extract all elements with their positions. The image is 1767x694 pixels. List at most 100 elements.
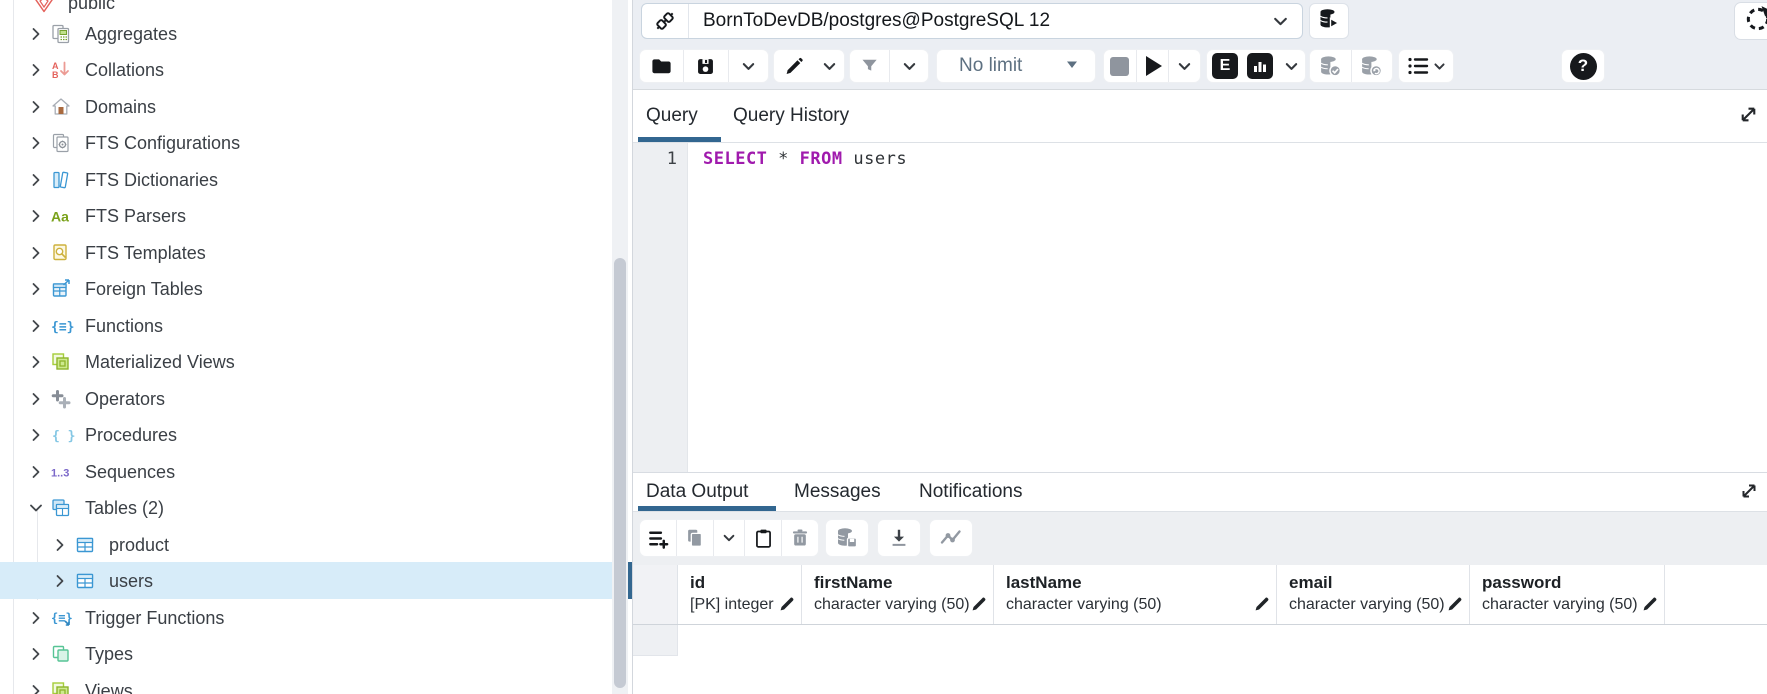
edit-pencil-button[interactable] xyxy=(774,50,814,82)
save-options-dropdown[interactable] xyxy=(729,50,768,82)
graph-visualiser-button[interactable] xyxy=(930,520,972,556)
sidebar-item-foreign-tables[interactable]: Foreign Tables xyxy=(0,270,632,307)
tab-query-history[interactable]: Query History xyxy=(733,90,849,142)
edit-column-pencil-icon[interactable] xyxy=(779,595,796,612)
stop-button[interactable] xyxy=(1104,50,1136,82)
sidebar-item-functions[interactable]: {≡} Functions xyxy=(0,307,632,344)
column-header-password[interactable]: password character varying (50) xyxy=(1470,565,1665,624)
sidebar-item-fts-dictionaries[interactable]: FTS Dictionaries xyxy=(0,161,632,198)
svg-text:{ }: { } xyxy=(52,429,75,444)
connection-status-button[interactable] xyxy=(1734,2,1767,40)
macro-button-group xyxy=(1398,49,1454,83)
chevron-right-icon[interactable] xyxy=(52,537,68,553)
help-button[interactable]: ? xyxy=(1562,50,1604,82)
tab-query[interactable]: Query xyxy=(646,90,698,142)
chevron-right-icon[interactable] xyxy=(28,354,44,370)
chevron-right-icon[interactable] xyxy=(28,610,44,626)
sidebar-item-label: users xyxy=(109,570,154,591)
save-button[interactable] xyxy=(684,50,727,82)
tab-notifications[interactable]: Notifications xyxy=(919,473,1023,511)
chevron-right-icon[interactable] xyxy=(28,135,44,151)
sql-editor[interactable]: 1 SELECT * FROM users xyxy=(633,143,1767,473)
download-csv-button[interactable] xyxy=(878,520,920,556)
download-group xyxy=(877,519,921,557)
execute-button-group xyxy=(1103,49,1201,83)
scrollbar-thumb[interactable] xyxy=(614,258,626,688)
chevron-right-icon[interactable] xyxy=(28,99,44,115)
sidebar-item-domains[interactable]: Domains xyxy=(0,88,632,125)
chevron-right-icon[interactable] xyxy=(28,245,44,261)
sidebar-item-fts-configurations[interactable]: FTS Configurations xyxy=(0,124,632,161)
execute-query-button[interactable] xyxy=(1137,50,1169,82)
row-limit-select[interactable]: No limit xyxy=(936,49,1096,83)
delete-row-button[interactable] xyxy=(782,520,818,556)
chevron-right-icon[interactable] xyxy=(28,318,44,334)
sidebar-item-trigger-functions[interactable]: {≡} Trigger Functions xyxy=(0,599,632,636)
tab-messages[interactable]: Messages xyxy=(794,473,881,511)
explain-analyze-button[interactable] xyxy=(1243,50,1277,82)
expand-panel-icon[interactable] xyxy=(1738,104,1759,125)
sidebar-item-label: Procedures xyxy=(85,424,178,445)
sidebar-item-tables[interactable]: Tables (2) xyxy=(0,489,632,526)
open-file-button[interactable] xyxy=(640,50,683,82)
column-name: password xyxy=(1482,573,1562,592)
result-grid-header: id [PK] integer firstName character vary… xyxy=(633,565,1767,625)
edit-column-pencil-icon[interactable] xyxy=(1447,595,1464,612)
column-header-email[interactable]: email character varying (50) xyxy=(1277,565,1470,624)
chevron-right-icon[interactable] xyxy=(28,427,44,443)
chevron-right-icon[interactable] xyxy=(28,172,44,188)
edit-column-pencil-icon[interactable] xyxy=(1642,595,1659,612)
macro-menu-button[interactable] xyxy=(1399,50,1453,82)
new-connection-button[interactable] xyxy=(1309,3,1349,39)
chevron-right-icon[interactable] xyxy=(28,391,44,407)
chevron-right-icon[interactable] xyxy=(28,62,44,78)
sql-keyword: FROM xyxy=(799,149,843,169)
expand-panel-icon[interactable] xyxy=(1739,481,1759,501)
chevron-down-icon[interactable] xyxy=(1272,13,1289,30)
edit-column-pencil-icon[interactable] xyxy=(971,595,988,612)
materialized-views-icon xyxy=(51,352,77,372)
paste-button[interactable] xyxy=(745,520,781,556)
sidebar-item-aggregates[interactable]: Aggregates xyxy=(0,15,632,52)
sidebar-item-views[interactable]: Views xyxy=(0,672,632,694)
copy-button[interactable] xyxy=(677,520,713,556)
sidebar-item-collations[interactable]: AB Collations xyxy=(0,51,632,88)
sidebar-item-fts-templates[interactable]: FTS Templates xyxy=(0,234,632,271)
sidebar-scrollbar[interactable] xyxy=(612,0,628,694)
sql-code-line[interactable]: SELECT * FROM users xyxy=(703,149,907,169)
column-header-firstname[interactable]: firstName character varying (50) xyxy=(802,565,994,624)
chevron-right-icon[interactable] xyxy=(28,646,44,662)
filter-options-dropdown[interactable] xyxy=(890,50,928,82)
sidebar-item-table-users[interactable]: users xyxy=(0,562,632,599)
chevron-right-icon[interactable] xyxy=(28,208,44,224)
edit-column-pencil-icon[interactable] xyxy=(1254,595,1271,612)
connection-select[interactable]: BornToDevDB/postgres@PostgreSQL 12 xyxy=(641,3,1303,39)
add-row-button[interactable] xyxy=(640,520,676,556)
sidebar-item-types[interactable]: Types xyxy=(0,635,632,672)
explain-options-dropdown[interactable] xyxy=(1277,50,1305,82)
chevron-right-icon[interactable] xyxy=(28,683,44,694)
execute-options-dropdown[interactable] xyxy=(1169,50,1200,82)
column-header-lastname[interactable]: lastName character varying (50) xyxy=(994,565,1277,624)
chevron-right-icon[interactable] xyxy=(28,281,44,297)
edit-options-dropdown[interactable] xyxy=(814,50,844,82)
sidebar-item-table-product[interactable]: product xyxy=(0,526,632,563)
sidebar-item-materialized-views[interactable]: Materialized Views xyxy=(0,343,632,380)
sidebar-item-operators[interactable]: Operators xyxy=(0,380,632,417)
grid-corner-cell[interactable] xyxy=(633,565,678,624)
sidebar-item-fts-parsers[interactable]: Aa FTS Parsers xyxy=(0,197,632,234)
save-data-changes-button[interactable] xyxy=(826,520,868,556)
filter-button[interactable] xyxy=(850,50,889,82)
database-connect-icon xyxy=(1317,7,1341,36)
chevron-right-icon[interactable] xyxy=(28,464,44,480)
sidebar-item-procedures[interactable]: { } Procedures xyxy=(0,416,632,453)
chevron-down-icon[interactable] xyxy=(28,500,44,516)
rollback-button[interactable] xyxy=(1352,50,1392,82)
chevron-right-icon[interactable] xyxy=(52,573,68,589)
copy-options-dropdown[interactable] xyxy=(714,520,744,556)
sidebar-item-sequences[interactable]: 1..3 Sequences xyxy=(0,453,632,490)
commit-button[interactable] xyxy=(1310,50,1351,82)
chevron-right-icon[interactable] xyxy=(28,26,44,42)
explain-button[interactable]: E xyxy=(1207,50,1243,82)
column-header-id[interactable]: id [PK] integer xyxy=(678,565,802,624)
